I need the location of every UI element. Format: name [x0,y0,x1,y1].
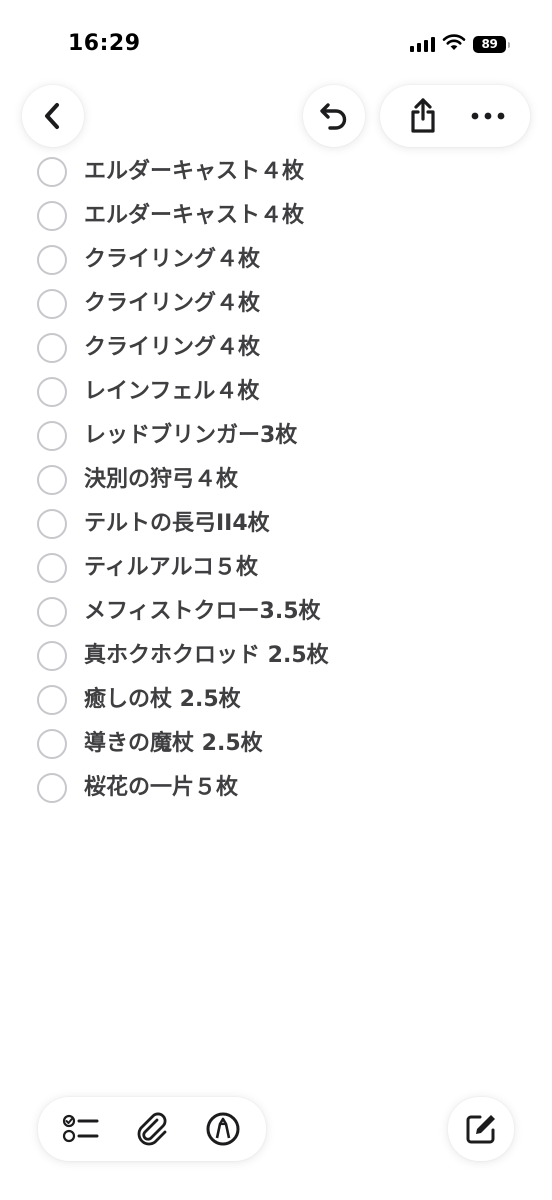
checklist-item-label[interactable]: クライリング４枚 [84,246,260,274]
checklist-item: エルダーキャスト４枚 [0,150,552,194]
checklist-item: クライリング４枚 [0,326,552,370]
more-horizontal-icon[interactable] [466,94,510,138]
checklist-item: クライリング４枚 [0,238,552,282]
checklist-item: 桜花の一片５枚 [0,766,552,810]
chevron-left-icon [31,94,75,138]
compose-icon [459,1107,503,1151]
checklist-item: レッドブリンガー3枚 [0,414,552,458]
checkbox-circle[interactable] [37,201,67,231]
checklist-item-label[interactable]: メフィストクロー3.5枚 [84,598,321,626]
checklist-item: 導きの魔杖 2.5枚 [0,722,552,766]
checklist-item: メフィストクロー3.5枚 [0,590,552,634]
checkbox-circle[interactable] [37,553,67,583]
checklist-item-label[interactable]: 癒しの杖 2.5枚 [84,686,241,714]
checklist-item-label[interactable]: エルダーキャスト４枚 [84,158,304,186]
status-indicators: 89 [410,33,510,55]
checklist-item: 癒しの杖 2.5枚 [0,678,552,722]
checklist-item-label[interactable]: エルダーキャスト４枚 [84,202,304,230]
cellular-signal-icon [410,36,435,52]
checkbox-circle[interactable] [37,685,67,715]
undo-icon [312,94,356,138]
checklist-item-label[interactable]: 決別の狩弓４枚 [84,466,238,494]
checklist-item-label[interactable]: クライリング４枚 [84,334,260,362]
checkbox-circle[interactable] [37,245,67,275]
checklist-item: テルトの長弓II4枚 [0,502,552,546]
pen-markup-icon[interactable] [201,1107,245,1151]
bottom-toolbar [38,1097,266,1161]
checkbox-circle[interactable] [37,333,67,363]
checklist-item: 決別の狩弓４枚 [0,458,552,502]
action-pill [380,85,530,147]
share-icon[interactable] [401,94,445,138]
checklist-item-label[interactable]: テルトの長弓II4枚 [84,510,270,538]
checklist-item-label[interactable]: 桜花の一片５枚 [84,774,238,802]
checkbox-circle[interactable] [37,157,67,187]
checklist-item-label[interactable]: ティルアルコ５枚 [84,554,258,582]
undo-button[interactable] [303,85,365,147]
checklist-item: クライリング４枚 [0,282,552,326]
checklist-icon[interactable] [59,1107,103,1151]
checklist: エルダーキャスト４枚 エルダーキャスト４枚 クライリング４枚 クライリング４枚 クライリ… [0,150,552,810]
checklist-item: レインフェル４枚 [0,370,552,414]
compose-button[interactable] [448,1097,514,1161]
checkbox-circle[interactable] [37,729,67,759]
paperclip-icon[interactable] [130,1107,174,1151]
checklist-item-label[interactable]: クライリング４枚 [84,290,260,318]
checkbox-circle[interactable] [37,773,67,803]
checklist-item-label[interactable]: 導きの魔杖 2.5枚 [84,730,263,758]
status-time: 16:29 [68,31,141,56]
checkbox-circle[interactable] [37,641,67,671]
checklist-item-label[interactable]: 真ホクホクロッド 2.5枚 [84,642,329,670]
battery-icon: 89 [473,35,510,53]
checklist-item: エルダーキャスト４枚 [0,194,552,238]
checklist-item: ティルアルコ５枚 [0,546,552,590]
checkbox-circle[interactable] [37,421,67,451]
back-button[interactable] [22,85,84,147]
notes-page: 16:29 89 エルダーキャスト４枚 エルダーキャスト４枚 クライリング４枚 … [0,0,552,1200]
checkbox-circle[interactable] [37,377,67,407]
checkbox-circle[interactable] [37,465,67,495]
checklist-item: 真ホクホクロッド 2.5枚 [0,634,552,678]
checklist-item-label[interactable]: レッドブリンガー3枚 [84,422,297,450]
checkbox-circle[interactable] [37,289,67,319]
checkbox-circle[interactable] [37,597,67,627]
checklist-item-label[interactable]: レインフェル４枚 [84,378,259,406]
checkbox-circle[interactable] [37,509,67,539]
wifi-icon [442,33,466,55]
battery-level: 89 [481,37,498,51]
